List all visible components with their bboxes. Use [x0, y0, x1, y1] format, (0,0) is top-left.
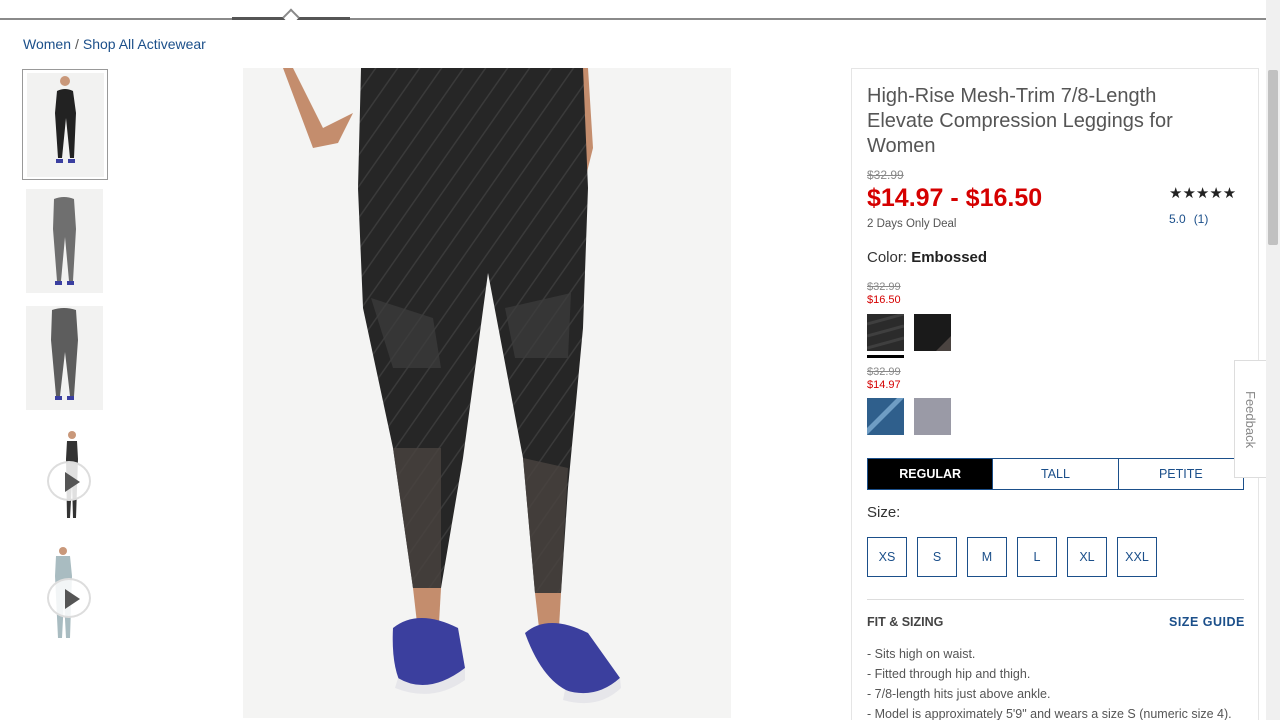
fit-sizing-list: Sits high on waist. Fitted through hip a… [867, 644, 1232, 720]
swatch-group-sale-price: $16.50 [867, 294, 901, 306]
play-icon[interactable] [47, 578, 91, 618]
feedback-label: Feedback [1243, 391, 1258, 449]
color-label: Color: Embossed [867, 249, 987, 266]
selected-swatch-indicator [867, 355, 904, 358]
thumbnail-1[interactable] [22, 69, 108, 180]
swatch-group-1: $32.99 $16.50 [867, 281, 901, 307]
product-info-panel: High-Rise Mesh-Trim 7/8-Length Elevate C… [851, 68, 1259, 720]
thumbnail-video-2[interactable] [22, 537, 108, 648]
leggings-photo [243, 68, 731, 718]
size-xxl-button[interactable]: XXL [1117, 537, 1157, 577]
scrollbar-thumb[interactable] [1268, 70, 1278, 245]
thumbnail-video-1[interactable] [22, 420, 108, 531]
breadcrumb-separator: / [74, 36, 79, 52]
section-divider [867, 599, 1244, 600]
sale-price: $14.97 - $16.50 [867, 184, 1043, 212]
size-guide-link[interactable]: SIZE GUIDE [1169, 615, 1245, 629]
rating-value: 5.0 [1169, 212, 1186, 226]
selected-color-name: Embossed [911, 249, 988, 266]
swatch-group-original-price: $32.99 [867, 366, 901, 378]
tab-petite[interactable]: PETITE [1117, 459, 1243, 489]
thumbnail-image [26, 306, 103, 410]
fit-sizing-heading: FIT & SIZING [867, 615, 944, 629]
swatch-group-original-price: $32.99 [867, 281, 901, 293]
product-title: High-Rise Mesh-Trim 7/8-Length Elevate C… [867, 85, 1173, 157]
tab-tall[interactable]: TALL [992, 459, 1117, 489]
size-xl-button[interactable]: XL [1067, 537, 1107, 577]
list-item: Fitted through hip and thigh. [867, 664, 1232, 684]
thumbnail-image [26, 423, 103, 527]
page-scrollbar[interactable] [1266, 0, 1280, 720]
size-l-button[interactable]: L [1017, 537, 1057, 577]
rating-summary[interactable]: 5.0 (1) [1169, 212, 1208, 226]
rating-stars-icon[interactable]: ★★★★★ [1169, 184, 1236, 202]
size-s-button[interactable]: S [917, 537, 957, 577]
deal-label: 2 Days Only Deal [867, 218, 957, 230]
color-label-text: Color: [867, 249, 908, 266]
fit-tabs: REGULAR TALL PETITE [867, 458, 1244, 490]
review-count-link[interactable]: (1) [1194, 212, 1209, 226]
swatch-group-sale-price: $14.97 [867, 379, 901, 391]
thumbnail-image [27, 73, 104, 177]
swatch-gray[interactable] [914, 398, 951, 435]
size-m-button[interactable]: M [967, 537, 1007, 577]
list-item: Sits high on waist. [867, 644, 1232, 664]
list-item: 7/8-length hits just above ankle. [867, 684, 1232, 704]
main-product-image[interactable] [243, 68, 731, 718]
size-label: Size: [867, 504, 901, 521]
thumbnail-2[interactable] [22, 186, 108, 297]
original-price: $32.99 [867, 168, 904, 182]
thumbnail-image [26, 540, 103, 644]
swatch-black[interactable] [914, 314, 951, 351]
nav-caret-icon [282, 8, 300, 26]
thumbnail-image [26, 189, 103, 293]
feedback-tab[interactable]: Feedback [1234, 360, 1266, 478]
tab-regular[interactable]: REGULAR [868, 459, 993, 489]
list-item: Model is approximately 5'9" and wears a … [867, 704, 1232, 720]
size-xs-button[interactable]: XS [867, 537, 907, 577]
breadcrumb-shop-all-activewear[interactable]: Shop All Activewear [83, 36, 206, 52]
swatch-group-2: $32.99 $14.97 [867, 366, 901, 392]
swatch-blue[interactable] [867, 398, 904, 435]
swatch-embossed[interactable] [866, 312, 905, 351]
category-nav-rule [0, 8, 1266, 26]
breadcrumb: Women / Shop All Activewear [23, 36, 206, 52]
play-icon[interactable] [47, 461, 91, 501]
breadcrumb-women[interactable]: Women [23, 36, 71, 52]
thumbnail-3[interactable] [22, 303, 108, 414]
